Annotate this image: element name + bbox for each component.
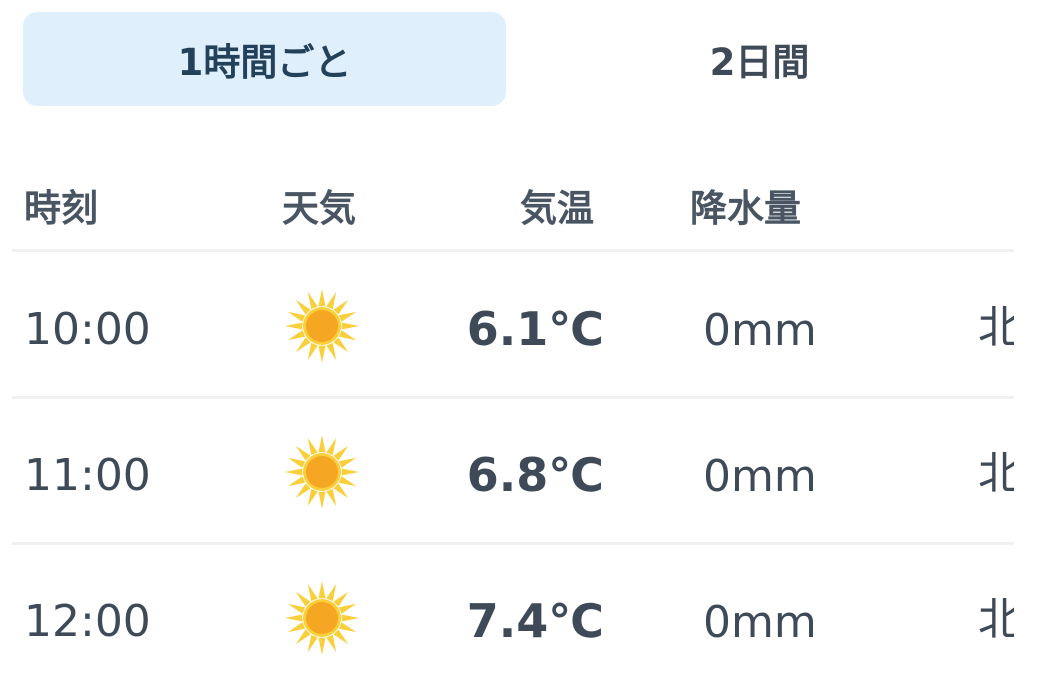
row-precipitation: 0mm (703, 451, 817, 502)
header-precipitation: 降水量 (690, 187, 801, 230)
row-precipitation: 0mm (703, 597, 817, 648)
table-header: 時刻 天気 気温 降水量 (0, 160, 1038, 244)
row-temperature: 6.1℃ (466, 302, 604, 356)
row-time: 12:00 (24, 596, 151, 647)
row-time: 11:00 (24, 450, 151, 501)
tab-2day[interactable]: 2日間 (518, 12, 1001, 106)
sun-icon (285, 581, 359, 655)
row-temperature: 7.4℃ (466, 594, 604, 648)
row-time: 10:00 (24, 304, 151, 355)
header-temperature: 気温 (520, 187, 594, 230)
tab-hourly[interactable]: 1時間ごと (23, 12, 506, 106)
sun-icon (285, 435, 359, 509)
table-row: 10:00 6.1℃ 0mm 北 (0, 252, 1038, 396)
sun-icon (285, 289, 359, 363)
period-tabs: 1時間ごと 2日間 (0, 0, 1038, 120)
table-row: 12:00 7.4℃ 0mm 北 (0, 544, 1038, 688)
table-row: 11:00 6.8℃ 0mm 北 (0, 398, 1038, 542)
row-precipitation: 0mm (703, 305, 817, 356)
header-weather: 天気 (282, 187, 356, 230)
row-wind-direction: 北 (978, 452, 1014, 496)
row-temperature: 6.8℃ (466, 448, 604, 502)
row-wind-direction: 北 (978, 306, 1014, 350)
header-time: 時刻 (24, 187, 98, 230)
row-wind-direction: 北 (978, 598, 1014, 642)
